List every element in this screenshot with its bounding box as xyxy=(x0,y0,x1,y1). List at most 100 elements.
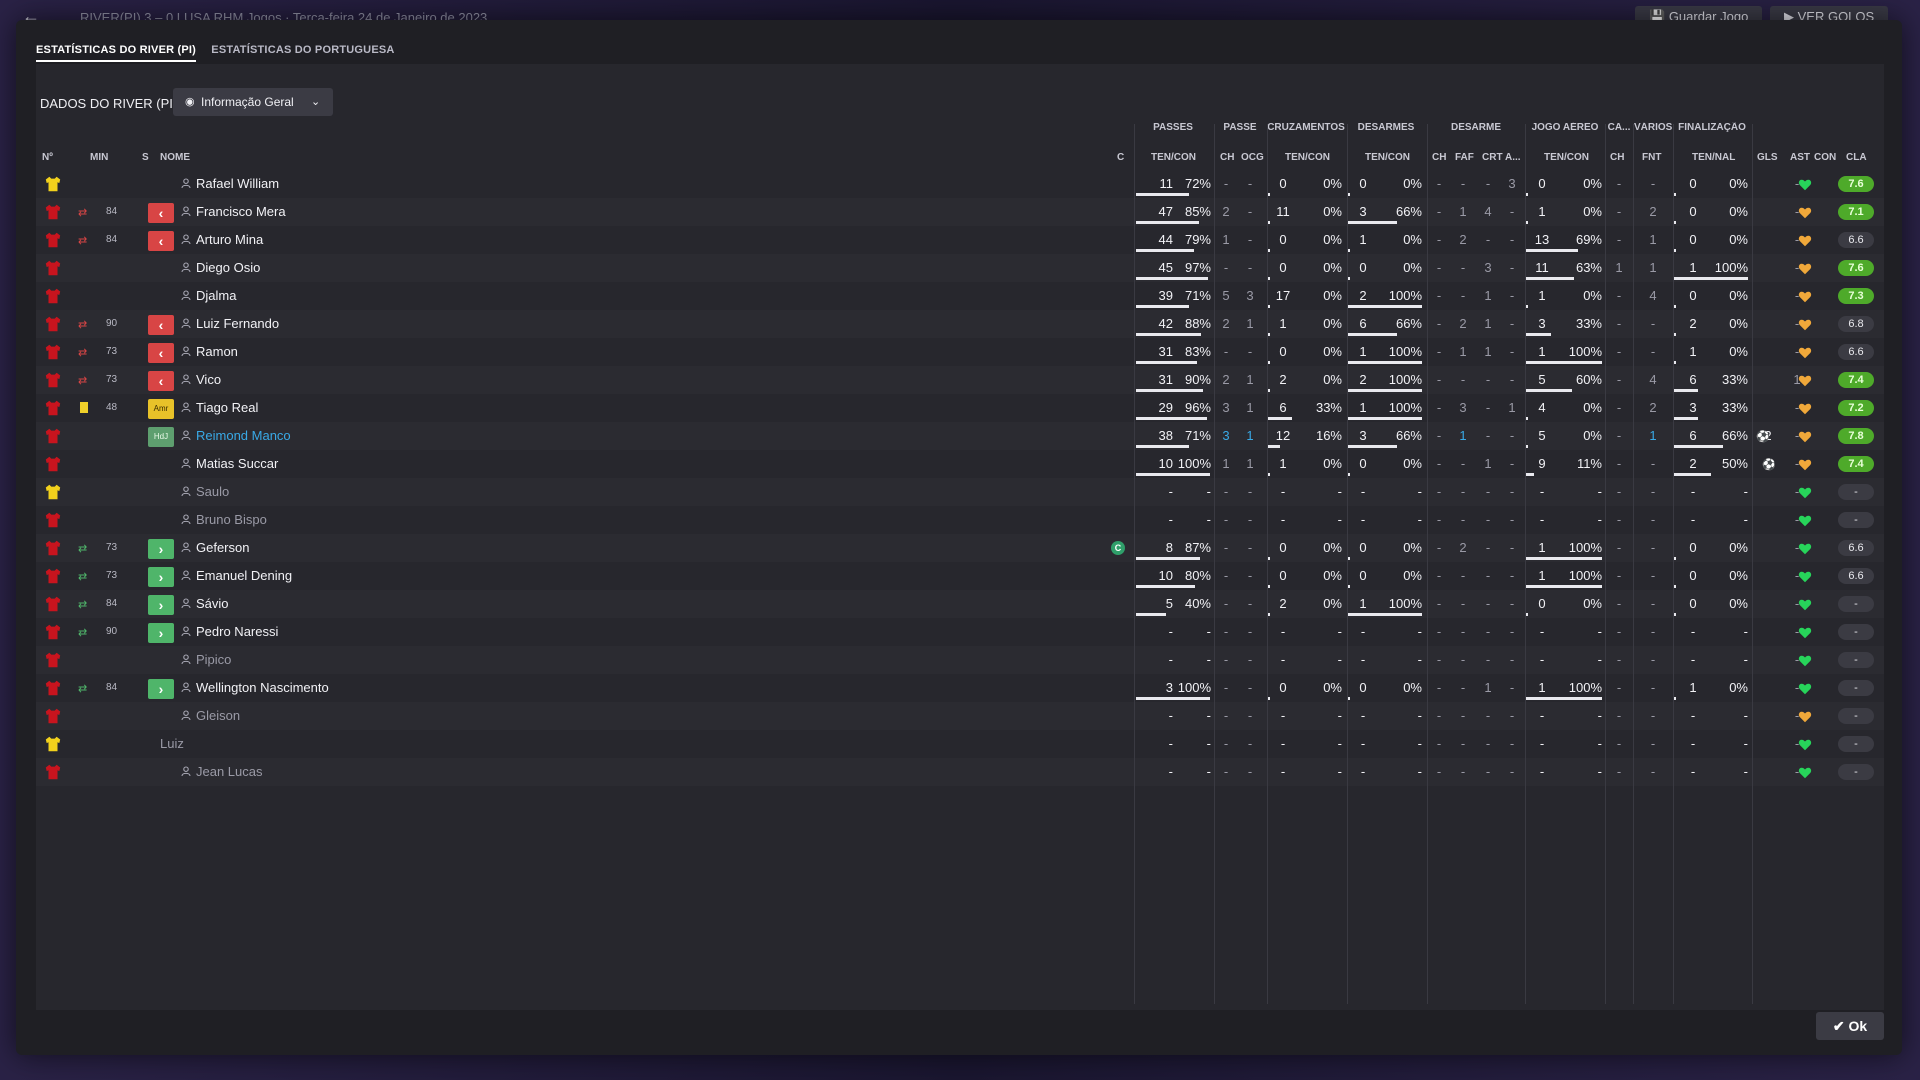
player-profile-icon[interactable] xyxy=(181,262,191,272)
crosses-completed-pct: 0% xyxy=(1323,344,1342,359)
player-name-link[interactable]: Pedro Naressi xyxy=(196,618,278,646)
col-header-cross-ten-con[interactable]: TEN/CON xyxy=(1285,152,1330,163)
table-row[interactable]: ⇄ 84 ‹ Arturo Mina 44 79% 1-0 0% 1 0% -2- -13 69% -1 0… xyxy=(36,226,1884,254)
col-header-fnt[interactable]: FNT xyxy=(1642,152,1661,163)
chances-created: 3 xyxy=(1246,288,1254,303)
player-name-link[interactable]: Luiz xyxy=(160,730,184,758)
player-profile-icon[interactable] xyxy=(181,710,191,720)
col-header-gls[interactable]: GLS xyxy=(1757,152,1778,163)
col-header-c[interactable]: C xyxy=(1117,152,1124,163)
table-row[interactable]: ⇄ 90 ‹ Luiz Fernando 42 88% 2 1 1 0% 6 66% -2 1-3 33% -… xyxy=(36,310,1884,338)
player-name-link[interactable]: Diego Osio xyxy=(196,254,260,282)
col-header-s[interactable]: S xyxy=(142,152,149,163)
col-header-ast[interactable]: AST xyxy=(1790,152,1810,163)
player-profile-icon[interactable] xyxy=(181,542,191,552)
player-name-link[interactable]: Tiago Real xyxy=(196,394,258,422)
player-name-link[interactable]: Arturo Mina xyxy=(196,226,263,254)
player-profile-icon[interactable] xyxy=(181,598,191,608)
player-name-link[interactable]: Jean Lucas xyxy=(196,758,263,786)
player-profile-icon[interactable] xyxy=(181,234,191,244)
col-header-name[interactable]: NOME xyxy=(160,152,190,163)
player-name-link[interactable]: Sávio xyxy=(196,590,229,618)
table-row[interactable]: Saulo - - - - - - - - - - - - - - - - - - - - xyxy=(36,478,1884,506)
col-header-ten-nal[interactable]: TEN/NAL xyxy=(1692,152,1735,163)
success-rate-bar xyxy=(1526,445,1528,448)
table-row[interactable]: Rafael William 11 72% - -0 0% 0 0% - - -3 0 0% - -0 0% -… xyxy=(36,170,1884,198)
col-header-ch[interactable]: CH xyxy=(1220,152,1234,163)
table-row[interactable]: ⇄ 73 ‹ Vico 31 90% 2 1 2 0% 2 100% - - - -5 60% -4 6 33% 1 7.… xyxy=(36,366,1884,394)
minute-value: 84 xyxy=(106,598,118,609)
player-name-link[interactable]: Saulo xyxy=(196,478,229,506)
col-header-min[interactable]: MIN xyxy=(90,152,108,163)
player-name-link[interactable]: Ramon xyxy=(196,338,238,366)
table-row[interactable]: ⇄ 84 ‹ Francisco Mera 47 85% 2-11 0% 3 66% -1 4-1 0%… xyxy=(36,198,1884,226)
table-row[interactable]: ⇄ 73 › Emanuel Dening 10 80% - -0 0% 0 0% - - - -1 100%… xyxy=(36,562,1884,590)
player-profile-icon[interactable] xyxy=(181,206,191,216)
table-row[interactable]: ⇄ 73 ‹ Ramon 31 83% - -0 0% 1 100% -1 1-1 100% - -1 0% -6… xyxy=(36,338,1884,366)
col-header-a[interactable]: A... xyxy=(1505,152,1521,163)
player-shirt-icon xyxy=(45,204,61,220)
player-name-link[interactable]: Gleison xyxy=(196,702,240,730)
player-name-link[interactable]: Wellington Nascimento xyxy=(196,674,329,702)
player-profile-icon[interactable] xyxy=(181,346,191,356)
col-header-passes-ten-con[interactable]: TEN/CON xyxy=(1151,152,1196,163)
col-header-ch-2[interactable]: CH xyxy=(1432,152,1446,163)
col-header-crt[interactable]: CRT xyxy=(1482,152,1503,163)
col-header-ocg[interactable]: OCG xyxy=(1241,152,1264,163)
table-row[interactable]: ⇄ 73 › Geferson C 8 87% - -0 0% 0 0% -2- -1 100% - -0 0% -… xyxy=(36,534,1884,562)
col-header-cla[interactable]: CLA xyxy=(1846,152,1867,163)
col-header-faf[interactable]: FAF xyxy=(1455,152,1474,163)
table-row[interactable]: Diego Osio 45 97% - -0 0% 0 0% - -3-11 63% 1 1 1 100% -… xyxy=(36,254,1884,282)
crosses-attempted: 0 xyxy=(1279,176,1287,191)
player-name-link[interactable]: Geferson xyxy=(196,534,249,562)
table-row[interactable]: Djalma 39 71% 5 3 17 0% 2 100% - -1-1 0% -4 0 0% -7.3 xyxy=(36,282,1884,310)
player-name-link[interactable]: Matias Succar xyxy=(196,450,278,478)
player-name-link[interactable]: Francisco Mera xyxy=(196,198,286,226)
table-row[interactable]: Matias Succar 10 100% 1 1 1 0% 0 0% - -1-9 11% - -2 50… xyxy=(36,450,1884,478)
player-profile-icon[interactable] xyxy=(181,682,191,692)
player-profile-icon[interactable] xyxy=(181,458,191,468)
tackles-won-pct: 0% xyxy=(1403,232,1422,247)
table-row[interactable]: Pipico - - - - - - - - - - - - - - - - - - - - xyxy=(36,646,1884,674)
player-profile-icon[interactable] xyxy=(181,654,191,664)
player-profile-icon[interactable] xyxy=(181,402,191,412)
col-header-con[interactable]: CON xyxy=(1814,152,1836,163)
player-name-link[interactable]: Rafael William xyxy=(196,170,279,198)
tab-river-stats[interactable]: ESTATÍSTICAS DO RIVER (PI) xyxy=(36,44,197,62)
player-name-link[interactable]: Luiz Fernando xyxy=(196,310,279,338)
shots-on-target-pct: 0% xyxy=(1729,288,1748,303)
tab-portuguesa-stats[interactable]: ESTATÍSTICAS DO PORTUGUESA xyxy=(211,44,394,60)
player-name-link[interactable]: Djalma xyxy=(196,282,236,310)
player-name-link[interactable]: Vico xyxy=(196,366,221,394)
col-header-ch-3[interactable]: CH xyxy=(1610,152,1624,163)
table-row[interactable]: ⇄ 84 › Sávio 5 40% - -2 0% 1 100% - - - -0 0% - -0 0% - - xyxy=(36,590,1884,618)
table-row[interactable]: HdJ Reimond Manco 38 71% 3 1 12 16% 3 66% -1- -5 0% -… xyxy=(36,422,1884,450)
table-row[interactable]: Luiz - - - - - - - - - - - - - - - - - - - - xyxy=(36,730,1884,758)
player-profile-icon[interactable] xyxy=(181,290,191,300)
player-profile-icon[interactable] xyxy=(181,626,191,636)
ok-button[interactable]: ✔ Ok xyxy=(1816,1012,1884,1040)
player-profile-icon[interactable] xyxy=(181,318,191,328)
player-name-link[interactable]: Reimond Manco xyxy=(196,422,291,450)
table-row[interactable]: Gleison - - - - - - - - - - - - - - - - - - - - xyxy=(36,702,1884,730)
table-row[interactable]: Bruno Bispo - - - - - - - - - - - - - - - - - - - - xyxy=(36,506,1884,534)
player-name-link[interactable]: Pipico xyxy=(196,646,231,674)
table-row[interactable]: 48 Amr Tiago Real 29 96% 3 1 6 33% 1 100% -3-1 4 0% -2… xyxy=(36,394,1884,422)
table-row[interactable]: ⇄ 90 › Pedro Naressi - - - - - - - - - - - - - - - - - - - - xyxy=(36,618,1884,646)
player-name-link[interactable]: Emanuel Dening xyxy=(196,562,292,590)
player-profile-icon[interactable] xyxy=(181,766,191,776)
player-profile-icon[interactable] xyxy=(181,486,191,496)
col-header-tackle-ten-con[interactable]: TEN/CON xyxy=(1365,152,1410,163)
view-dropdown[interactable]: ◉ Informação Geral ⌄ xyxy=(173,88,333,116)
player-profile-icon[interactable] xyxy=(181,430,191,440)
player-profile-icon[interactable] xyxy=(181,374,191,384)
player-profile-icon[interactable] xyxy=(181,514,191,524)
player-profile-icon[interactable] xyxy=(181,178,191,188)
col-header-aerial-ten-con[interactable]: TEN/CON xyxy=(1544,152,1589,163)
col-header-number[interactable]: Nº xyxy=(42,152,53,163)
table-row[interactable]: Jean Lucas - - - - - - - - - - - - - - - - - - - - xyxy=(36,758,1884,786)
player-profile-icon[interactable] xyxy=(181,570,191,580)
table-row[interactable]: ⇄ 84 › Wellington Nascimento 3 100% - -0 0% 0 0% - -… xyxy=(36,674,1884,702)
shots-value: - xyxy=(1690,652,1696,667)
player-name-link[interactable]: Bruno Bispo xyxy=(196,506,267,534)
